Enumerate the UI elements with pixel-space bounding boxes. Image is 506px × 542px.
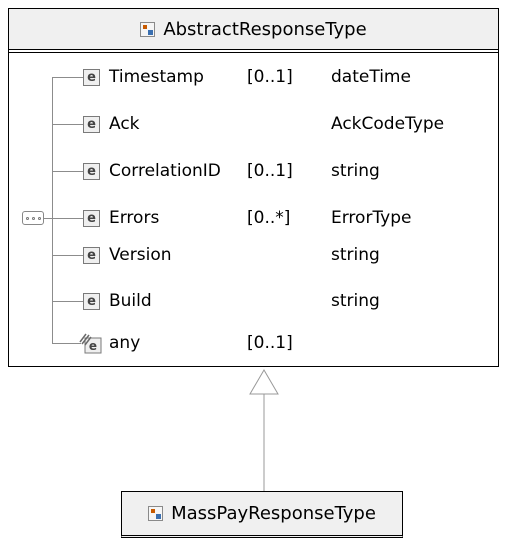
extension-arrow	[249, 369, 279, 491]
masspay-response-type-box[interactable]: MassPayResponseType	[121, 491, 403, 538]
derived-type-title: MassPayResponseType	[171, 503, 376, 524]
complex-type-icon	[148, 506, 164, 521]
